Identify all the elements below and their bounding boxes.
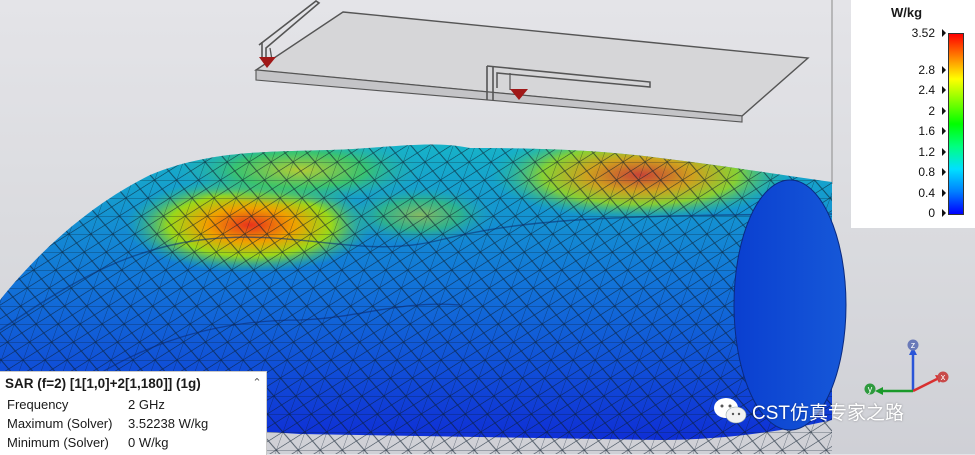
legend-unit: W/kg bbox=[891, 5, 923, 20]
result-row-label: Minimum (Solver) bbox=[7, 435, 109, 450]
wechat-icon bbox=[714, 398, 747, 424]
antenna-board bbox=[253, 0, 810, 123]
legend-colorbar bbox=[948, 33, 964, 215]
3d-viewport[interactable]: W/kg 3.52 2.8 2.4 2 1.6 1.2 0.8 0.4 0 SAR (f=2) … bbox=[0, 0, 975, 455]
orientation-axes[interactable]: z x y bbox=[855, 335, 950, 405]
result-row-label: Maximum (Solver) bbox=[7, 416, 113, 431]
legend-tick: 0.4 bbox=[851, 186, 946, 200]
legend-tick: 2.8 bbox=[851, 63, 946, 77]
legend-tick: 0.8 bbox=[851, 165, 946, 179]
result-row-value: 0 W/kg bbox=[128, 435, 169, 450]
legend-tick: 0 bbox=[851, 206, 946, 220]
chevron-up-icon[interactable]: ⌃ bbox=[251, 376, 263, 390]
result-row-value: 2 GHz bbox=[128, 397, 165, 412]
legend-tick: 2 bbox=[851, 104, 946, 118]
result-title: SAR (f=2) [1[1,0]+2[1,180]] (1g) bbox=[5, 376, 201, 391]
result-row-label: Frequency bbox=[7, 397, 69, 412]
x-axis-letter: x bbox=[941, 372, 946, 382]
y-axis-letter: y bbox=[868, 384, 873, 394]
legend-tick: 3.52 bbox=[851, 26, 946, 40]
legend-tick: 2.4 bbox=[851, 83, 946, 97]
legend-tick: 1.6 bbox=[851, 124, 946, 138]
color-legend: W/kg 3.52 2.8 2.4 2 1.6 1.2 0.8 0.4 0 bbox=[851, 0, 975, 228]
legend-tick: 1.2 bbox=[851, 145, 946, 159]
result-info-panel: SAR (f=2) [1[1,0]+2[1,180]] (1g) ⌃ Frequ… bbox=[0, 371, 267, 455]
result-row-value: 3.52238 W/kg bbox=[128, 416, 209, 431]
z-axis-letter: z bbox=[911, 340, 916, 350]
